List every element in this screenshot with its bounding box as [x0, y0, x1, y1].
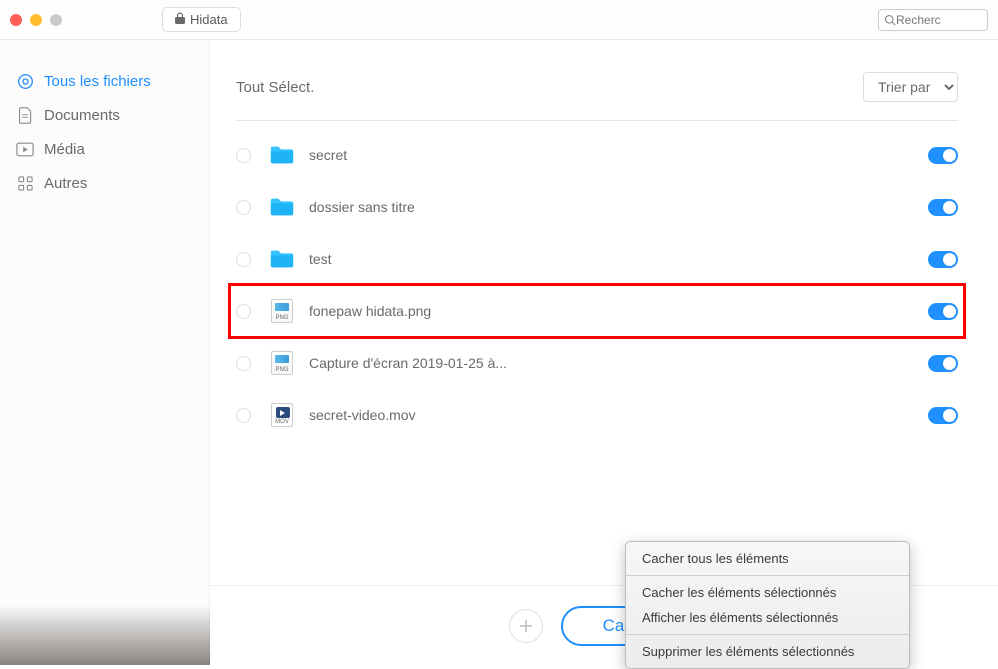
- search-input[interactable]: [896, 13, 976, 27]
- zoom-window-button[interactable]: [50, 14, 62, 26]
- add-button[interactable]: [509, 609, 543, 643]
- row-checkbox[interactable]: [236, 356, 251, 371]
- titlebar: Hidata: [0, 0, 998, 40]
- visibility-toggle[interactable]: [928, 355, 958, 372]
- context-menu: Cacher tous les éléments Cacher les élém…: [625, 541, 910, 669]
- app-title-button[interactable]: Hidata: [162, 7, 241, 32]
- file-name-label: fonepaw hidata.png: [309, 303, 928, 319]
- menu-show-selected[interactable]: Afficher les éléments sélectionnés: [626, 605, 909, 630]
- list-header: Tout Sélect. Trier par: [236, 72, 958, 121]
- folder-icon: [269, 143, 295, 167]
- document-icon: [16, 106, 34, 124]
- folder-icon: [269, 247, 295, 271]
- grid-icon: [16, 174, 34, 192]
- menu-separator: [626, 634, 909, 635]
- file-row[interactable]: secret: [236, 129, 958, 181]
- visibility-toggle[interactable]: [928, 303, 958, 320]
- sidebar-item-media[interactable]: Média: [0, 132, 209, 166]
- file-row[interactable]: test: [236, 233, 958, 285]
- minimize-window-button[interactable]: [30, 14, 42, 26]
- file-name-label: Capture d'écran 2019-01-25 à...: [309, 355, 928, 371]
- file-row[interactable]: PNG Capture d'écran 2019-01-25 à...: [236, 337, 958, 389]
- menu-hide-all[interactable]: Cacher tous les éléments: [626, 546, 909, 571]
- file-row[interactable]: MOV secret-video.mov: [236, 389, 958, 441]
- file-name-label: dossier sans titre: [309, 199, 928, 215]
- sidebar-item-label: Média: [44, 141, 85, 158]
- menu-delete-selected[interactable]: Supprimer les éléments sélectionnés: [626, 639, 909, 664]
- select-all-label[interactable]: Tout Sélect.: [236, 79, 314, 96]
- target-icon: [16, 72, 34, 90]
- menu-hide-selected[interactable]: Cacher les éléments sélectionnés: [626, 580, 909, 605]
- file-name-label: test: [309, 251, 928, 267]
- app-title-label: Hidata: [190, 12, 228, 27]
- sidebar-item-label: Autres: [44, 175, 87, 192]
- sidebar-item-others[interactable]: Autres: [0, 166, 209, 200]
- file-row[interactable]: dossier sans titre: [236, 181, 958, 233]
- desktop-background-strip: [0, 605, 210, 665]
- sidebar: Tous les fichiers Documents Média Autres: [0, 40, 210, 665]
- visibility-toggle[interactable]: [928, 199, 958, 216]
- close-window-button[interactable]: [10, 14, 22, 26]
- sidebar-item-label: Tous les fichiers: [44, 73, 151, 90]
- sort-select[interactable]: Trier par: [863, 72, 958, 102]
- file-row[interactable]: PNG fonepaw hidata.png: [230, 285, 964, 337]
- row-checkbox[interactable]: [236, 408, 251, 423]
- row-checkbox[interactable]: [236, 148, 251, 163]
- folder-icon: [269, 195, 295, 219]
- sidebar-item-documents[interactable]: Documents: [0, 98, 209, 132]
- plus-icon: [518, 618, 534, 634]
- sidebar-item-all-files[interactable]: Tous les fichiers: [0, 64, 209, 98]
- search-box[interactable]: [878, 9, 988, 31]
- sidebar-item-label: Documents: [44, 107, 120, 124]
- mov-file-icon: MOV: [269, 403, 295, 427]
- window-controls: [10, 14, 62, 26]
- file-list: secret dossier sans titre test PNG fonepaw h…: [236, 129, 958, 441]
- row-checkbox[interactable]: [236, 200, 251, 215]
- png-file-icon: PNG: [269, 351, 295, 375]
- media-icon: [16, 140, 34, 158]
- visibility-toggle[interactable]: [928, 147, 958, 164]
- search-icon: [884, 14, 896, 26]
- visibility-toggle[interactable]: [928, 407, 958, 424]
- menu-separator: [626, 575, 909, 576]
- file-name-label: secret: [309, 147, 928, 163]
- row-checkbox[interactable]: [236, 252, 251, 267]
- png-file-icon: PNG: [269, 299, 295, 323]
- file-name-label: secret-video.mov: [309, 407, 928, 423]
- lock-icon: [175, 12, 185, 27]
- row-checkbox[interactable]: [236, 304, 251, 319]
- visibility-toggle[interactable]: [928, 251, 958, 268]
